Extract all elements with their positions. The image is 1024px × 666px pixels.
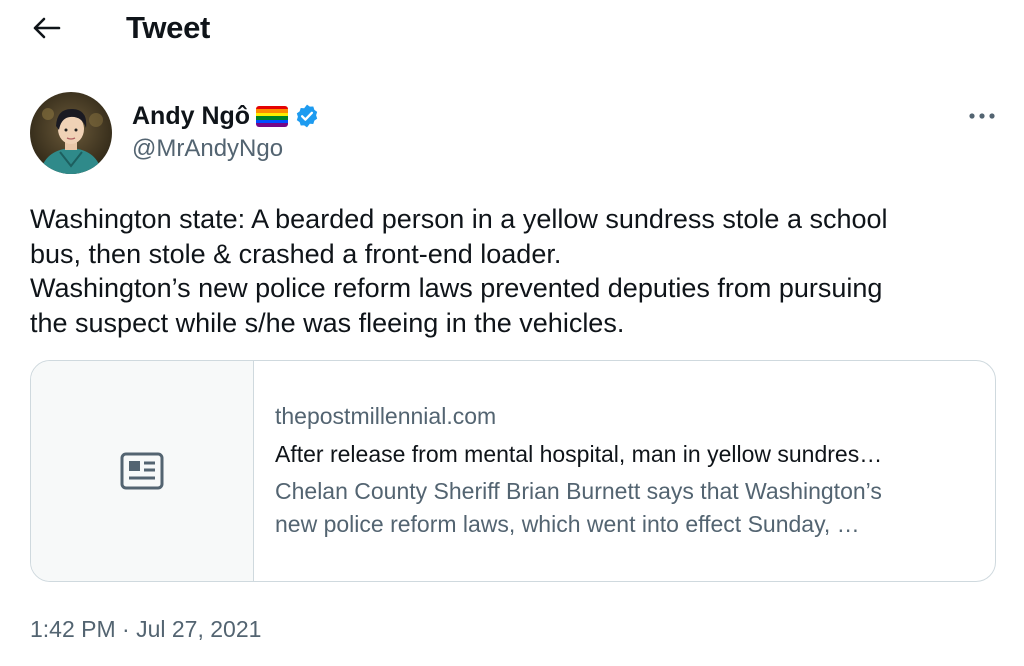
link-card-media	[31, 361, 254, 581]
verified-badge-icon[interactable]	[294, 103, 320, 129]
tweet-text-line: the suspect while s/he was fleeing in th…	[30, 307, 625, 338]
article-icon	[120, 452, 164, 490]
arrow-left-icon	[33, 17, 61, 39]
link-card-body: thepostmillennial.com After release from…	[275, 401, 985, 541]
author-name-row: Andy Ngô	[132, 99, 320, 133]
link-card[interactable]: thepostmillennial.com After release from…	[30, 360, 996, 582]
tweet-text-line: bus, then stole & crashed a front-end lo…	[30, 238, 562, 269]
tweet-text: Washington state: A bearded person in a …	[30, 202, 1010, 340]
author-handle[interactable]: @MrAndyNgo	[132, 133, 283, 165]
tweet-text-line: Washington’s new police reform laws prev…	[30, 273, 883, 303]
rainbow-flag-icon	[256, 105, 289, 127]
link-card-title: After release from mental hospital, man …	[275, 441, 883, 467]
link-card-domain: thepostmillennial.com	[275, 403, 497, 429]
link-card-description: Chelan County Sheriff Brian Burnett says…	[275, 475, 985, 541]
tweet-timestamp[interactable]: 1:42 PM · Jul 27, 2021	[30, 614, 261, 644]
link-card-description-line: Chelan County Sheriff Brian Burnett says…	[275, 478, 882, 504]
author-name[interactable]: Andy Ngô	[132, 100, 250, 132]
page-title: Tweet	[126, 10, 211, 45]
link-card-description-line: new police reform laws, which went into …	[275, 511, 860, 537]
more-horizontal-icon	[969, 113, 995, 119]
tweet-page: Tweet Andy Ngô @MrAndyNgo Washington sta…	[0, 0, 1024, 666]
tweet-text-line: Washington state: A bearded person in a …	[30, 204, 888, 234]
back-button[interactable]	[26, 10, 66, 46]
avatar[interactable]	[30, 92, 112, 174]
header: Tweet	[0, 0, 1024, 56]
more-options-button[interactable]	[960, 98, 1004, 134]
